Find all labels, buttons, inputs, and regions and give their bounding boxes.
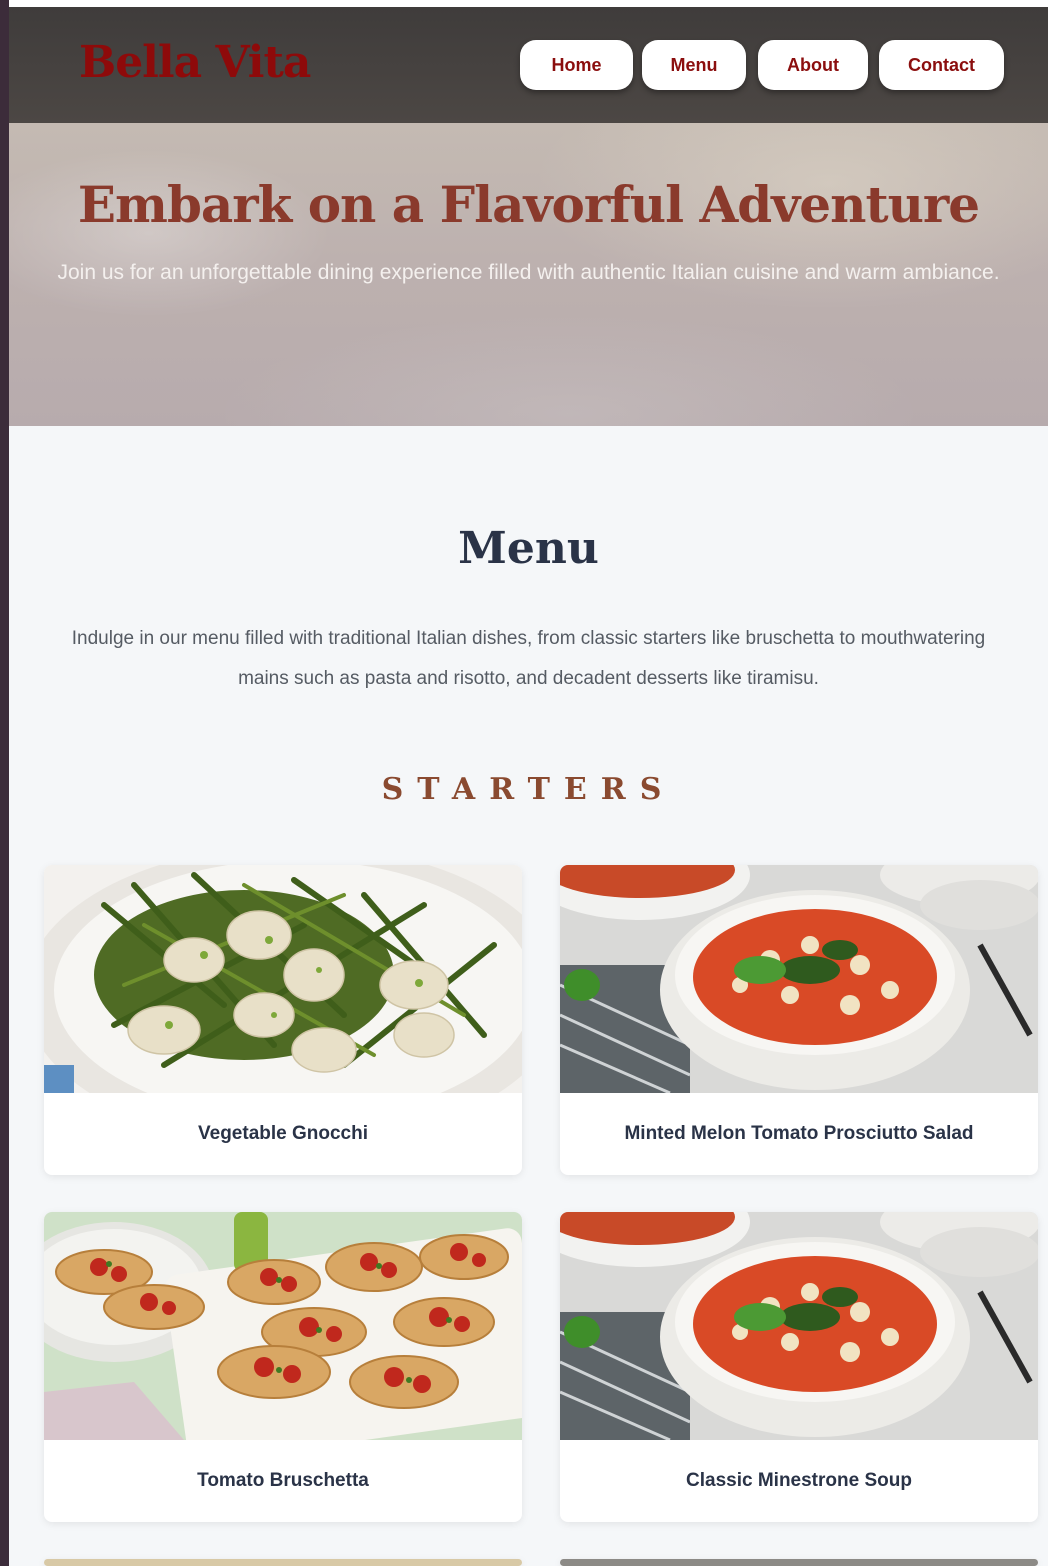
menu-title: Menu xyxy=(458,523,599,574)
menu-item-name: Vegetable Gnocchi xyxy=(198,1123,368,1144)
gnocchi-photo xyxy=(44,865,522,1093)
nav-about-button[interactable]: About xyxy=(758,40,868,90)
soup-bowl-photo xyxy=(560,1212,1038,1440)
nav-home-button[interactable]: Home xyxy=(520,40,633,90)
window-edge xyxy=(0,0,9,1566)
menu-item-name: Classic Minestrone Soup xyxy=(686,1470,912,1491)
site-header: Bella Vita Home Menu About Contact xyxy=(9,7,1048,123)
menu-card[interactable]: Classic Minestrone Soup xyxy=(560,1212,1038,1522)
starters-heading: STARTERS xyxy=(381,772,676,807)
main-nav: Home Menu About Contact xyxy=(9,40,1048,90)
food-photo xyxy=(44,1559,522,1566)
menu-card[interactable]: Minted Melon Tomato Prosciutto Salad xyxy=(560,865,1038,1175)
menu-card[interactable] xyxy=(44,1559,522,1566)
hero-banner: Embark on a Flavorful Adventure Join us … xyxy=(9,123,1048,426)
bruschetta-photo xyxy=(44,1212,522,1440)
menu-card[interactable] xyxy=(560,1559,1038,1566)
nav-contact-button[interactable]: Contact xyxy=(879,40,1004,90)
menu-intro: Indulge in our menu filled with traditio… xyxy=(71,628,986,689)
menu-item-name: Minted Melon Tomato Prosciutto Salad xyxy=(624,1123,974,1144)
food-photo xyxy=(560,1559,1038,1566)
page: Bella Vita Home Menu About Contact Embar… xyxy=(9,7,1048,1566)
hero-subtitle: Join us for an unforgettable dining expe… xyxy=(57,261,1000,284)
hero-title: Embark on a Flavorful Adventure xyxy=(77,175,980,234)
menu-card[interactable]: Tomato Bruschetta xyxy=(44,1212,522,1522)
menu-card[interactable]: Vegetable Gnocchi xyxy=(44,865,522,1175)
menu-item-name: Tomato Bruschetta xyxy=(197,1470,369,1491)
window-top-edge xyxy=(9,0,1048,7)
soup-bowl-photo xyxy=(560,865,1038,1093)
nav-menu-button[interactable]: Menu xyxy=(642,40,746,90)
